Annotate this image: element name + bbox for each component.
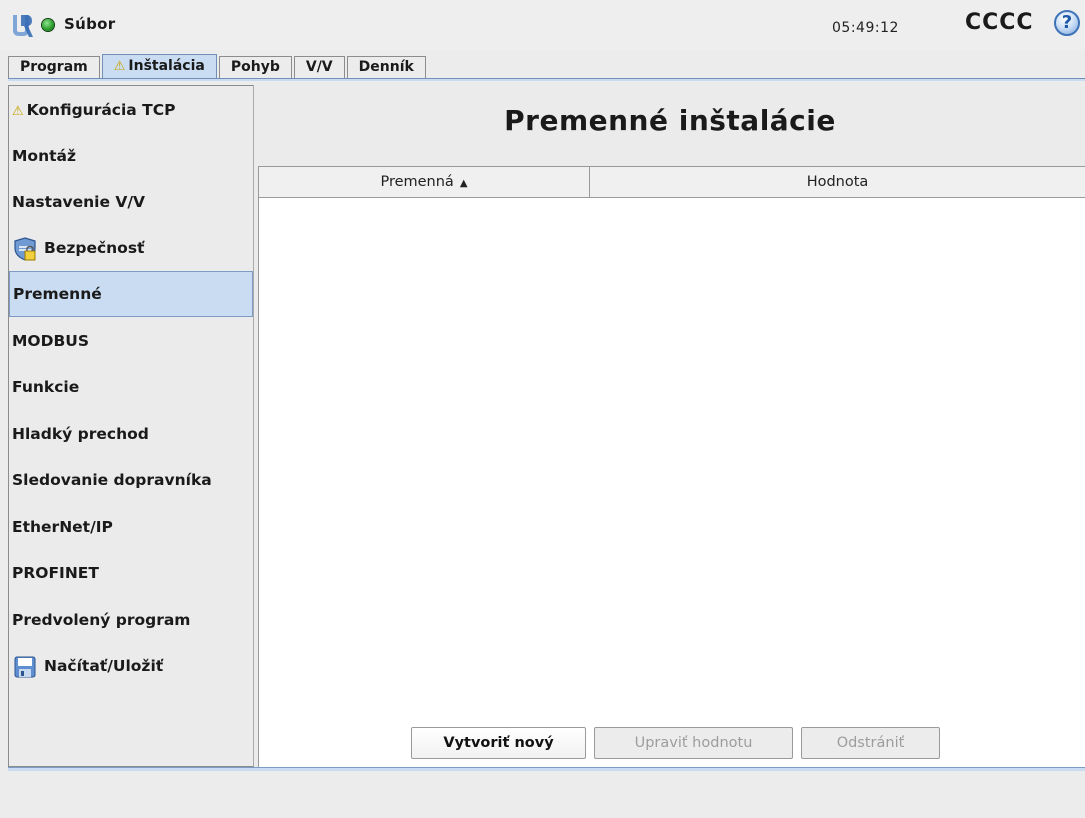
safety-shield-icon bbox=[14, 236, 36, 261]
installation-sidebar: ⚠ Konfigurácia TCP Montáž Nastavenie V/V … bbox=[8, 85, 254, 767]
footer-bar bbox=[0, 771, 1085, 818]
sidebar-item-smooth-transition[interactable]: Hladký prechod bbox=[9, 411, 253, 457]
sidebar-item-mounting[interactable]: Montáž bbox=[9, 133, 253, 179]
ur-logo-icon bbox=[13, 15, 33, 37]
variables-panel: Premenné inštalácie Premenná ▲ Hodnota Vy… bbox=[255, 85, 1085, 801]
tab-move[interactable]: Pohyb bbox=[218, 56, 292, 78]
create-new-button[interactable]: Vytvoriť nový bbox=[411, 727, 586, 759]
page-title: Premenné inštalácie bbox=[504, 104, 836, 137]
tab-io[interactable]: V/V bbox=[293, 56, 345, 78]
main-tabs: Program ⚠ Inštalácia Pohyb V/V Denník bbox=[8, 54, 428, 78]
sort-ascending-icon: ▲ bbox=[459, 178, 468, 189]
tab-log[interactable]: Denník bbox=[346, 56, 426, 78]
sidebar-item-io-setup[interactable]: Nastavenie V/V bbox=[9, 179, 253, 225]
sidebar-item-conveyor-tracking[interactable]: Sledovanie dopravníka bbox=[9, 457, 253, 503]
sidebar-item-load-save[interactable]: Načítať/Uložiť bbox=[9, 643, 253, 689]
robot-name: CCCC bbox=[965, 10, 1034, 35]
sidebar-item-profinet[interactable]: PROFINET bbox=[9, 550, 253, 596]
robot-status-indicator bbox=[42, 19, 54, 31]
warning-icon: ⚠ bbox=[113, 59, 126, 74]
column-header-value[interactable]: Hodnota bbox=[590, 167, 1085, 198]
action-buttons: Vytvoriť nový Upraviť hodnotu Odstrániť bbox=[255, 727, 1085, 761]
clock-display: 05:49:12 bbox=[832, 20, 899, 36]
tab-underline bbox=[8, 78, 1085, 81]
sidebar-item-modbus[interactable]: MODBUS bbox=[9, 318, 253, 364]
help-icon[interactable]: ? bbox=[1054, 10, 1080, 36]
sidebar-item-features[interactable]: Funkcie bbox=[9, 364, 253, 410]
sidebar-item-default-program[interactable]: Predvolený program bbox=[9, 597, 253, 643]
floppy-disk-icon bbox=[14, 656, 36, 677]
file-menu-button[interactable]: Súbor bbox=[64, 15, 115, 33]
top-bar: Súbor 05:49:12 CCCC ? bbox=[0, 0, 1085, 50]
variables-table[interactable]: Premenná ▲ Hodnota bbox=[258, 166, 1085, 801]
sidebar-item-variables[interactable]: Premenné bbox=[9, 271, 253, 317]
tab-program[interactable]: Program bbox=[8, 56, 100, 78]
tab-installation[interactable]: ⚠ Inštalácia bbox=[101, 54, 217, 78]
column-header-variable[interactable]: Premenná ▲ bbox=[259, 167, 590, 198]
sidebar-item-tcp-configuration[interactable]: ⚠ Konfigurácia TCP bbox=[9, 87, 253, 133]
delete-button[interactable]: Odstrániť bbox=[801, 727, 940, 759]
warning-icon: ⚠ bbox=[12, 104, 24, 119]
sidebar-item-safety[interactable]: Bezpečnosť bbox=[9, 225, 253, 271]
edit-value-button[interactable]: Upraviť hodnotu bbox=[594, 727, 793, 759]
sidebar-item-ethernet-ip[interactable]: EtherNet/IP bbox=[9, 504, 253, 550]
